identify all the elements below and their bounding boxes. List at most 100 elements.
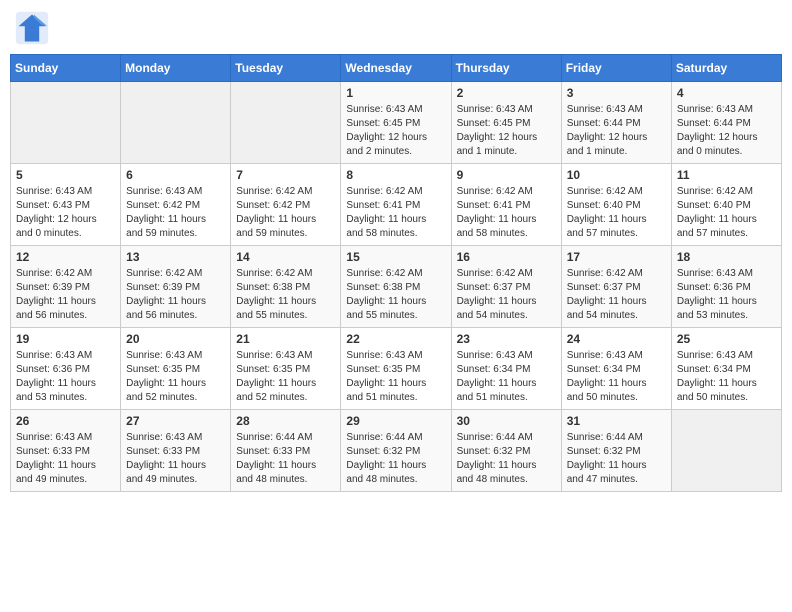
- day-cell: 18 Sunrise: 6:43 AM Sunset: 6:36 PM Dayli…: [671, 246, 781, 328]
- day-info: Sunrise: 6:42 AM Sunset: 6:42 PM Dayligh…: [236, 185, 335, 241]
- day-number: 18: [677, 250, 776, 264]
- day-number: 15: [346, 250, 445, 264]
- day-number: 31: [567, 414, 666, 428]
- day-header-monday: Monday: [121, 55, 231, 82]
- day-cell: 10 Sunrise: 6:42 AM Sunset: 6:40 PM Dayli…: [561, 164, 671, 246]
- day-info: Sunrise: 6:43 AM Sunset: 6:34 PM Dayligh…: [677, 349, 776, 405]
- day-cell: 31 Sunrise: 6:44 AM Sunset: 6:32 PM Dayli…: [561, 410, 671, 492]
- day-cell: 23Sunrise: 6:43 AM Sunset: 6:34 PM Dayli…: [451, 328, 561, 410]
- day-header-tuesday: Tuesday: [231, 55, 341, 82]
- day-number: 21: [236, 332, 335, 346]
- day-number: 25: [677, 332, 776, 346]
- day-cell: 21 Sunrise: 6:43 AM Sunset: 6:35 PM Dayli…: [231, 328, 341, 410]
- day-number: 27: [126, 414, 225, 428]
- day-cell: 27 Sunrise: 6:43 AM Sunset: 6:33 PM Dayli…: [121, 410, 231, 492]
- day-info: Sunrise: 6:42 AM Sunset: 6:37 PM Dayligh…: [567, 267, 666, 323]
- page-header: [10, 10, 782, 46]
- day-number: 17: [567, 250, 666, 264]
- header-row: SundayMondayTuesdayWednesdayThursdayFrid…: [11, 55, 782, 82]
- day-number: 26: [16, 414, 115, 428]
- day-info: Sunrise: 6:42 AM Sunset: 6:41 PM Dayligh…: [346, 185, 445, 241]
- week-row-5: 26 Sunrise: 6:43 AM Sunset: 6:33 PM Dayli…: [11, 410, 782, 492]
- day-number: 24: [567, 332, 666, 346]
- day-cell: 28 Sunrise: 6:44 AM Sunset: 6:33 PM Dayli…: [231, 410, 341, 492]
- day-info: Sunrise: 6:43 AM Sunset: 6:44 PM Dayligh…: [567, 103, 666, 159]
- day-number: 4: [677, 86, 776, 100]
- day-number: 5: [16, 168, 115, 182]
- day-number: 2: [457, 86, 556, 100]
- logo-icon: [14, 10, 50, 46]
- day-info: Sunrise: 6:42 AM Sunset: 6:39 PM Dayligh…: [126, 267, 225, 323]
- day-info: Sunrise: 6:43 AM Sunset: 6:33 PM Dayligh…: [16, 431, 115, 487]
- day-number: 7: [236, 168, 335, 182]
- day-cell: 17 Sunrise: 6:42 AM Sunset: 6:37 PM Dayli…: [561, 246, 671, 328]
- day-cell: 22 Sunrise: 6:43 AM Sunset: 6:35 PM Dayli…: [341, 328, 451, 410]
- day-info: Sunrise: 6:44 AM Sunset: 6:32 PM Dayligh…: [567, 431, 666, 487]
- day-info: Sunrise: 6:43 AM Sunset: 6:35 PM Dayligh…: [236, 349, 335, 405]
- day-header-friday: Friday: [561, 55, 671, 82]
- day-cell: 12 Sunrise: 6:42 AM Sunset: 6:39 PM Dayli…: [11, 246, 121, 328]
- day-header-sunday: Sunday: [11, 55, 121, 82]
- day-info: Sunrise: 6:43 AM Sunset: 6:33 PM Dayligh…: [126, 431, 225, 487]
- day-info: Sunrise: 6:42 AM Sunset: 6:38 PM Dayligh…: [236, 267, 335, 323]
- day-header-wednesday: Wednesday: [341, 55, 451, 82]
- day-info: Sunrise: 6:43 AM Sunset: 6:35 PM Dayligh…: [346, 349, 445, 405]
- day-info: Sunrise: 6:43 AM Sunset: 6:42 PM Dayligh…: [126, 185, 225, 241]
- day-cell: 11 Sunrise: 6:42 AM Sunset: 6:40 PM Dayli…: [671, 164, 781, 246]
- day-cell: 7 Sunrise: 6:42 AM Sunset: 6:42 PM Daylig…: [231, 164, 341, 246]
- calendar-table: SundayMondayTuesdayWednesdayThursdayFrid…: [10, 54, 782, 492]
- day-number: 6: [126, 168, 225, 182]
- day-info: Sunrise: 6:43 AM Sunset: 6:35 PM Dayligh…: [126, 349, 225, 405]
- day-number: 12: [16, 250, 115, 264]
- day-cell: 8 Sunrise: 6:42 AM Sunset: 6:41 PM Daylig…: [341, 164, 451, 246]
- day-number: 30: [457, 414, 556, 428]
- day-number: 9: [457, 168, 556, 182]
- day-header-saturday: Saturday: [671, 55, 781, 82]
- day-number: 23: [457, 332, 556, 346]
- day-cell: [231, 82, 341, 164]
- week-row-1: 1 Sunrise: 6:43 AM Sunset: 6:45 PM Daylig…: [11, 82, 782, 164]
- day-number: 1: [346, 86, 445, 100]
- day-cell: 6 Sunrise: 6:43 AM Sunset: 6:42 PM Daylig…: [121, 164, 231, 246]
- day-info: Sunrise: 6:42 AM Sunset: 6:40 PM Dayligh…: [567, 185, 666, 241]
- day-cell: 16 Sunrise: 6:42 AM Sunset: 6:37 PM Dayli…: [451, 246, 561, 328]
- day-number: 14: [236, 250, 335, 264]
- day-cell: 30 Sunrise: 6:44 AM Sunset: 6:32 PM Dayli…: [451, 410, 561, 492]
- day-cell: 1Sunrise: 6:43 AM Sunset: 6:45 PM Daylig…: [341, 82, 451, 164]
- day-header-thursday: Thursday: [451, 55, 561, 82]
- day-cell: 9Sunrise: 6:42 AM Sunset: 6:41 PM Daylig…: [451, 164, 561, 246]
- day-info: Sunrise: 6:42 AM Sunset: 6:37 PM Dayligh…: [457, 267, 556, 323]
- day-info: Sunrise: 6:44 AM Sunset: 6:32 PM Dayligh…: [346, 431, 445, 487]
- day-cell: 14 Sunrise: 6:42 AM Sunset: 6:38 PM Dayli…: [231, 246, 341, 328]
- day-cell: [121, 82, 231, 164]
- day-number: 22: [346, 332, 445, 346]
- day-info: Sunrise: 6:43 AM Sunset: 6:45 PM Dayligh…: [457, 103, 556, 159]
- day-cell: 15Sunrise: 6:42 AM Sunset: 6:38 PM Dayli…: [341, 246, 451, 328]
- day-cell: 25 Sunrise: 6:43 AM Sunset: 6:34 PM Dayli…: [671, 328, 781, 410]
- day-info: Sunrise: 6:43 AM Sunset: 6:43 PM Dayligh…: [16, 185, 115, 241]
- day-info: Sunrise: 6:42 AM Sunset: 6:40 PM Dayligh…: [677, 185, 776, 241]
- day-info: Sunrise: 6:44 AM Sunset: 6:32 PM Dayligh…: [457, 431, 556, 487]
- day-info: Sunrise: 6:43 AM Sunset: 6:36 PM Dayligh…: [677, 267, 776, 323]
- day-cell: 2 Sunrise: 6:43 AM Sunset: 6:45 PM Daylig…: [451, 82, 561, 164]
- day-number: 8: [346, 168, 445, 182]
- day-info: Sunrise: 6:43 AM Sunset: 6:36 PM Dayligh…: [16, 349, 115, 405]
- day-number: 19: [16, 332, 115, 346]
- day-number: 28: [236, 414, 335, 428]
- day-info: Sunrise: 6:43 AM Sunset: 6:34 PM Dayligh…: [567, 349, 666, 405]
- day-number: 16: [457, 250, 556, 264]
- day-number: 10: [567, 168, 666, 182]
- day-number: 13: [126, 250, 225, 264]
- day-cell: 26 Sunrise: 6:43 AM Sunset: 6:33 PM Dayli…: [11, 410, 121, 492]
- day-cell: 5 Sunrise: 6:43 AM Sunset: 6:43 PM Daylig…: [11, 164, 121, 246]
- day-cell: 24 Sunrise: 6:43 AM Sunset: 6:34 PM Dayli…: [561, 328, 671, 410]
- week-row-2: 5 Sunrise: 6:43 AM Sunset: 6:43 PM Daylig…: [11, 164, 782, 246]
- day-info: Sunrise: 6:42 AM Sunset: 6:39 PM Dayligh…: [16, 267, 115, 323]
- day-info: Sunrise: 6:43 AM Sunset: 6:44 PM Dayligh…: [677, 103, 776, 159]
- day-cell: 13 Sunrise: 6:42 AM Sunset: 6:39 PM Dayli…: [121, 246, 231, 328]
- day-number: 11: [677, 168, 776, 182]
- day-cell: 20Sunrise: 6:43 AM Sunset: 6:35 PM Dayli…: [121, 328, 231, 410]
- day-cell: 19 Sunrise: 6:43 AM Sunset: 6:36 PM Dayli…: [11, 328, 121, 410]
- day-info: Sunrise: 6:44 AM Sunset: 6:33 PM Dayligh…: [236, 431, 335, 487]
- day-cell: 3Sunrise: 6:43 AM Sunset: 6:44 PM Daylig…: [561, 82, 671, 164]
